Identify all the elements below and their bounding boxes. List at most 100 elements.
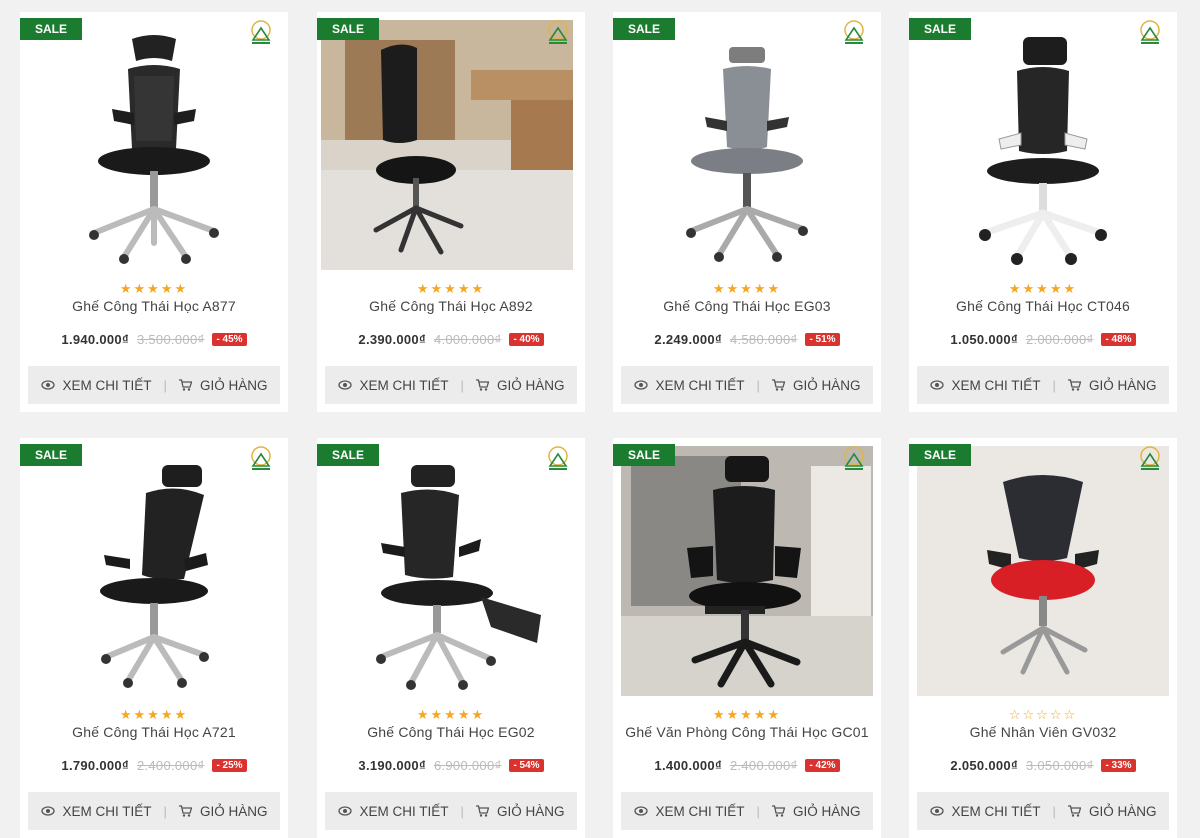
price-row: 1.940.000₫ 3.500.000₫ - 45% — [20, 330, 288, 348]
view-details-button[interactable]: XEM CHI TIẾT — [337, 803, 449, 819]
divider: | — [460, 377, 464, 393]
product-card[interactable]: SALE ★★★★★ Ghế Văn Phòng Công Thái Học G… — [613, 438, 881, 838]
product-card[interactable]: SALE ★★★★★ Ghế Công Thái Học CT046 1.050… — [909, 12, 1177, 412]
rating-stars: ★★★★★ — [416, 281, 486, 296]
discount-badge: - 54% — [509, 758, 544, 772]
add-to-cart-button[interactable]: GIỎ HÀNG — [771, 378, 860, 393]
view-details-button[interactable]: XEM CHI TIẾT — [929, 377, 1041, 393]
divider: | — [460, 803, 464, 819]
old-price: 4.000.000₫ — [433, 331, 502, 347]
view-details-button[interactable]: XEM CHI TIẾT — [929, 804, 1041, 819]
view-details-label: XEM CHI TIẾT — [951, 377, 1041, 393]
view-details-label: XEM CHI TIẾT — [359, 377, 449, 393]
price-row: 1.400.000₫ 2.400.000₫ - 42% — [613, 756, 881, 774]
product-image[interactable] — [917, 446, 1169, 696]
old-price: 3.500.000₫ — [136, 331, 205, 347]
cart-icon — [1067, 379, 1081, 391]
sale-badge: SALE — [613, 444, 675, 466]
store-logo-icon — [1135, 18, 1165, 48]
discount-badge: - 51% — [805, 332, 840, 346]
product-image[interactable] — [20, 438, 288, 706]
product-name[interactable]: Ghế Công Thái Học EG02 — [317, 724, 585, 740]
old-price: 2.400.000₫ — [729, 757, 798, 773]
current-price: 2.390.000₫ — [358, 331, 426, 347]
discount-badge: - 25% — [212, 758, 247, 772]
product-image[interactable] — [20, 12, 288, 280]
view-details-button[interactable]: XEM CHI TIẾT — [40, 377, 152, 393]
product-grid: SALE ★★★★★ Ghế Công Thái Học A877 1.940.… — [0, 0, 1200, 838]
cart-label: GIỎ HÀNG — [496, 377, 565, 393]
view-details-button[interactable]: XEM CHI TIẾT — [633, 378, 745, 393]
product-name[interactable]: Ghế Công Thái Học A892 — [317, 298, 585, 314]
add-to-cart-button[interactable]: GIỎ HÀNG — [1067, 377, 1157, 393]
price-row: 2.050.000₫ 3.050.000₫ - 33% — [909, 756, 1177, 774]
view-details-label: XEM CHI TIẾT — [359, 803, 449, 819]
product-image[interactable] — [909, 12, 1177, 280]
view-details-button[interactable]: XEM CHI TIẾT — [40, 804, 152, 819]
divider: | — [756, 377, 760, 393]
old-price: 2.400.000₫ — [136, 757, 205, 773]
sale-badge: SALE — [317, 444, 379, 466]
divider: | — [756, 803, 760, 819]
product-name[interactable]: Ghế Công Thái Học CT046 — [909, 298, 1177, 314]
product-image[interactable] — [613, 12, 881, 280]
current-price: 3.190.000₫ — [358, 757, 426, 773]
divider: | — [163, 377, 167, 393]
rating-stars: ☆☆☆☆☆ — [1008, 707, 1078, 722]
product-name[interactable]: Ghế Công Thái Học A877 — [20, 298, 288, 314]
eye-icon — [40, 806, 55, 816]
action-bar: XEM CHI TIẾT | GIỎ HÀNG — [621, 792, 873, 830]
add-to-cart-button[interactable]: GIỎ HÀNG — [475, 804, 564, 819]
action-bar: XEM CHI TIẾT | GIỎ HÀNG — [917, 366, 1169, 404]
cart-icon — [178, 805, 192, 817]
action-bar: XEM CHI TIẾT | GIỎ HÀNG — [917, 792, 1169, 830]
view-details-button[interactable]: XEM CHI TIẾT — [337, 377, 449, 393]
price-row: 2.390.000₫ 4.000.000₫ - 40% — [317, 330, 585, 348]
add-to-cart-button[interactable]: GIỎ HÀNG — [178, 804, 267, 819]
sale-badge: SALE — [613, 18, 675, 40]
divider: | — [163, 803, 167, 819]
price-row: 1.050.000₫ 2.000.000₫ - 48% — [909, 330, 1177, 348]
rating-stars: ★★★★★ — [712, 281, 782, 296]
product-card[interactable]: SALE ★★★★★ Ghế Công Thái Học EG02 3.190.… — [317, 438, 585, 838]
product-card[interactable]: SALE ☆☆☆☆☆ Ghế Nhân Viên GV032 2.050.000… — [909, 438, 1177, 838]
add-to-cart-button[interactable]: GIỎ HÀNG — [1067, 803, 1157, 819]
product-image[interactable] — [317, 438, 585, 706]
cart-label: GIỎ HÀNG — [1088, 803, 1157, 819]
add-to-cart-button[interactable]: GIỎ HÀNG — [771, 803, 861, 819]
cart-icon — [771, 379, 785, 391]
discount-badge: - 42% — [805, 758, 840, 772]
action-bar: XEM CHI TIẾT | GIỎ HÀNG — [325, 792, 577, 830]
old-price: 6.900.000₫ — [433, 757, 502, 773]
eye-icon — [633, 380, 648, 390]
rating-stars: ★★★★★ — [712, 707, 782, 722]
sale-badge: SALE — [909, 444, 971, 466]
sale-badge: SALE — [909, 18, 971, 40]
product-image[interactable] — [321, 20, 573, 270]
action-bar: XEM CHI TIẾT | GIỎ HÀNG — [325, 366, 577, 404]
product-card[interactable]: SALE ★★★★★ Ghế Công Thái Học A721 1.790.… — [20, 438, 288, 838]
product-card[interactable]: SALE ★★★★★ Ghế Công Thái Học A877 1.940.… — [20, 12, 288, 412]
price-row: 2.249.000₫ 4.580.000₫ - 51% — [613, 330, 881, 348]
view-details-label: XEM CHI TIẾT — [62, 377, 152, 393]
eye-icon — [337, 380, 352, 390]
cart-label: GIỎ HÀNG — [1088, 377, 1157, 393]
cart-icon — [475, 379, 489, 391]
rating-stars: ★★★★★ — [416, 707, 486, 722]
sale-badge: SALE — [20, 444, 82, 466]
product-name[interactable]: Ghế Công Thái Học A721 — [20, 724, 288, 740]
action-bar: XEM CHI TIẾT | GIỎ HÀNG — [28, 792, 280, 830]
product-name[interactable]: Ghế Văn Phòng Công Thái Học GC01 — [613, 724, 881, 740]
add-to-cart-button[interactable]: GIỎ HÀNG — [178, 378, 267, 393]
product-card[interactable]: SALE ★★★★★ Ghế Công Thái Học EG03 2.249.… — [613, 12, 881, 412]
product-image[interactable] — [621, 446, 873, 696]
cart-icon — [1067, 805, 1081, 817]
product-name[interactable]: Ghế Công Thái Học EG03 — [613, 298, 881, 314]
current-price: 1.940.000₫ — [61, 331, 129, 347]
add-to-cart-button[interactable]: GIỎ HÀNG — [475, 377, 565, 393]
old-price: 3.050.000₫ — [1025, 757, 1094, 773]
product-name[interactable]: Ghế Nhân Viên GV032 — [909, 724, 1177, 740]
view-details-button[interactable]: XEM CHI TIẾT — [633, 804, 745, 819]
product-card[interactable]: SALE ★★★★★ Ghế Công Thái Học A892 2.390.… — [317, 12, 585, 412]
cart-label: GIỎ HÀNG — [792, 803, 861, 819]
